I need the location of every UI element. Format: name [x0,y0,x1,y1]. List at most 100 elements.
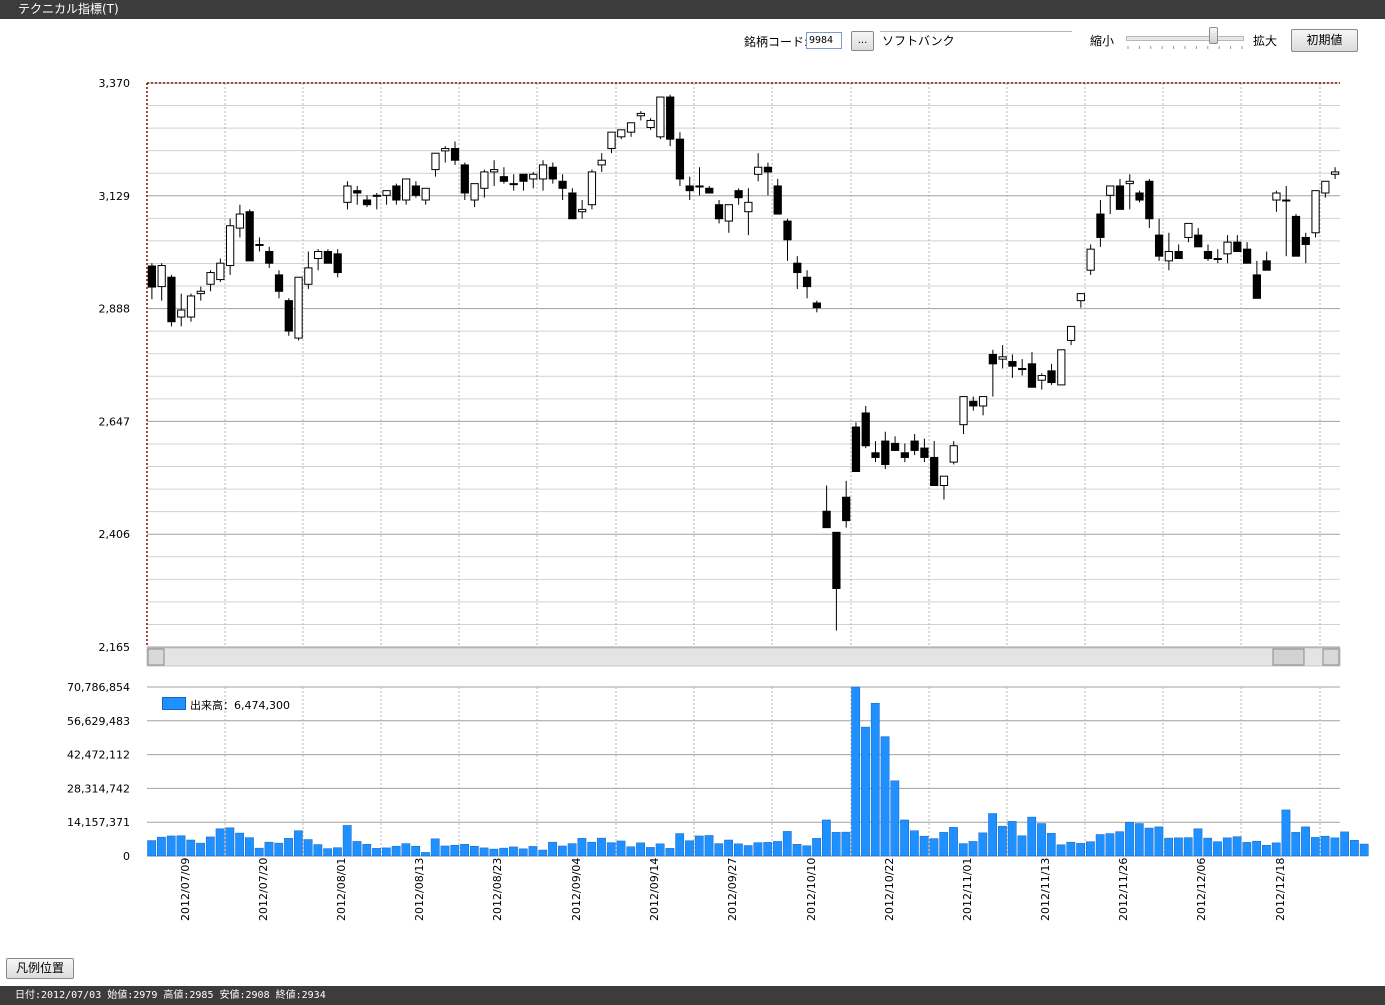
volume-bar [186,839,196,857]
volume-bar [900,819,909,857]
candle-body [1135,192,1144,201]
volume-bar [1262,845,1271,857]
date-x-tick-label: 2012/07/20 [257,858,270,921]
candle-body [294,276,303,339]
candle-body [1330,171,1340,175]
price-y-tick-label: 2,165 [99,641,131,654]
candle-body [470,183,479,201]
volume-bar [1232,836,1242,857]
volume-bar [538,849,548,857]
volume-bar [1066,841,1076,857]
volume-bar [1027,816,1037,857]
candle-body [744,201,753,213]
volume-bar [166,835,176,857]
volume-bar [460,844,469,857]
candle-body [490,169,499,173]
volume-y-tick-label: 70,786,854 [67,681,130,694]
candle-body [304,267,313,285]
candle-body [842,496,851,522]
volume-bar [1154,826,1164,857]
candle-body [998,356,1007,360]
volume-bar [763,842,773,857]
candle-body [226,225,235,267]
candle-body [382,190,391,196]
candle-body [714,204,724,220]
candle-body [939,475,949,487]
volume-bar [372,848,381,857]
volume-bar [1115,831,1125,857]
volume-bar [548,841,557,857]
volume-bar [890,780,900,857]
candle-body [1213,258,1222,261]
status-text: 日付:2012/07/03 始値:2979 高値:2985 安値:2908 終値… [15,990,326,1001]
candle-body [793,262,802,274]
candle-body [1311,190,1320,234]
scrollbar-thumb[interactable] [1272,648,1305,666]
candle-body [685,185,694,192]
candle-body [1125,180,1134,185]
candle-body [959,396,968,426]
horizontal-scrollbar[interactable] [146,647,1341,667]
legend-position-button[interactable]: 凡例位置 [6,958,74,979]
volume-bar [450,845,460,857]
scrollbar-track[interactable] [146,647,1341,667]
volume-bar [440,845,450,857]
candle-body [1282,199,1291,202]
candle-body [1272,192,1281,201]
candle-body [343,185,352,203]
scrollbar-left-button[interactable] [147,648,165,666]
volume-bar [958,843,968,857]
volume-bar-series [147,686,1369,857]
volume-bar [733,843,743,857]
volume-bar [303,839,313,857]
chart-canvas[interactable]: 3,370 3,129 2,888 2,647 2,406 2,165 70,786,85… [0,0,1385,986]
price-grid [146,82,1340,648]
candle-body [1115,185,1125,210]
volume-bar [362,844,372,857]
candle-body [969,400,978,407]
volume-bar [1144,827,1154,857]
volume-bar [1252,840,1262,857]
volume-bar [861,726,870,857]
volume-bar [157,836,166,857]
volume-bar [1213,841,1222,857]
candle-body [861,412,870,447]
candle-body [587,171,597,206]
volume-bar [821,819,831,857]
volume-bar [939,832,949,857]
volume-bar [851,686,861,857]
volume-bar [1271,842,1281,857]
candle-body [675,138,685,180]
candle-body [353,190,362,194]
candle-body [314,250,323,260]
volume-bar [421,852,430,857]
candle-body [460,164,469,194]
scrollbar-right-button[interactable] [1322,648,1340,666]
price-y-tick-label: 2,647 [99,415,131,428]
volume-bar [949,827,958,857]
volume-bar [479,847,489,857]
volume-bar [1105,833,1115,857]
volume-bar [919,835,929,857]
volume-bar [645,847,655,857]
volume-bar [313,844,323,857]
volume-bar [831,832,841,857]
candle-body [548,166,557,180]
volume-bar [704,835,714,857]
volume-bar [782,831,792,857]
candle-body [538,164,548,180]
volume-bar [665,848,675,857]
volume-y-tick-label: 0 [123,850,130,863]
volume-bar [714,843,724,857]
candle-body [871,452,880,458]
candle-body [206,272,215,285]
volume-bar [1134,823,1144,857]
candle-body [167,276,176,323]
candle-body [607,131,616,150]
candle-body [1252,274,1261,299]
volume-y-axis: 70,786,854 56,629,483 42,472,112 28,314,742… [67,681,130,863]
candle-body [265,250,274,264]
candlestick-series [147,94,1340,631]
candle-body [1018,368,1027,371]
candle-body [783,220,792,241]
